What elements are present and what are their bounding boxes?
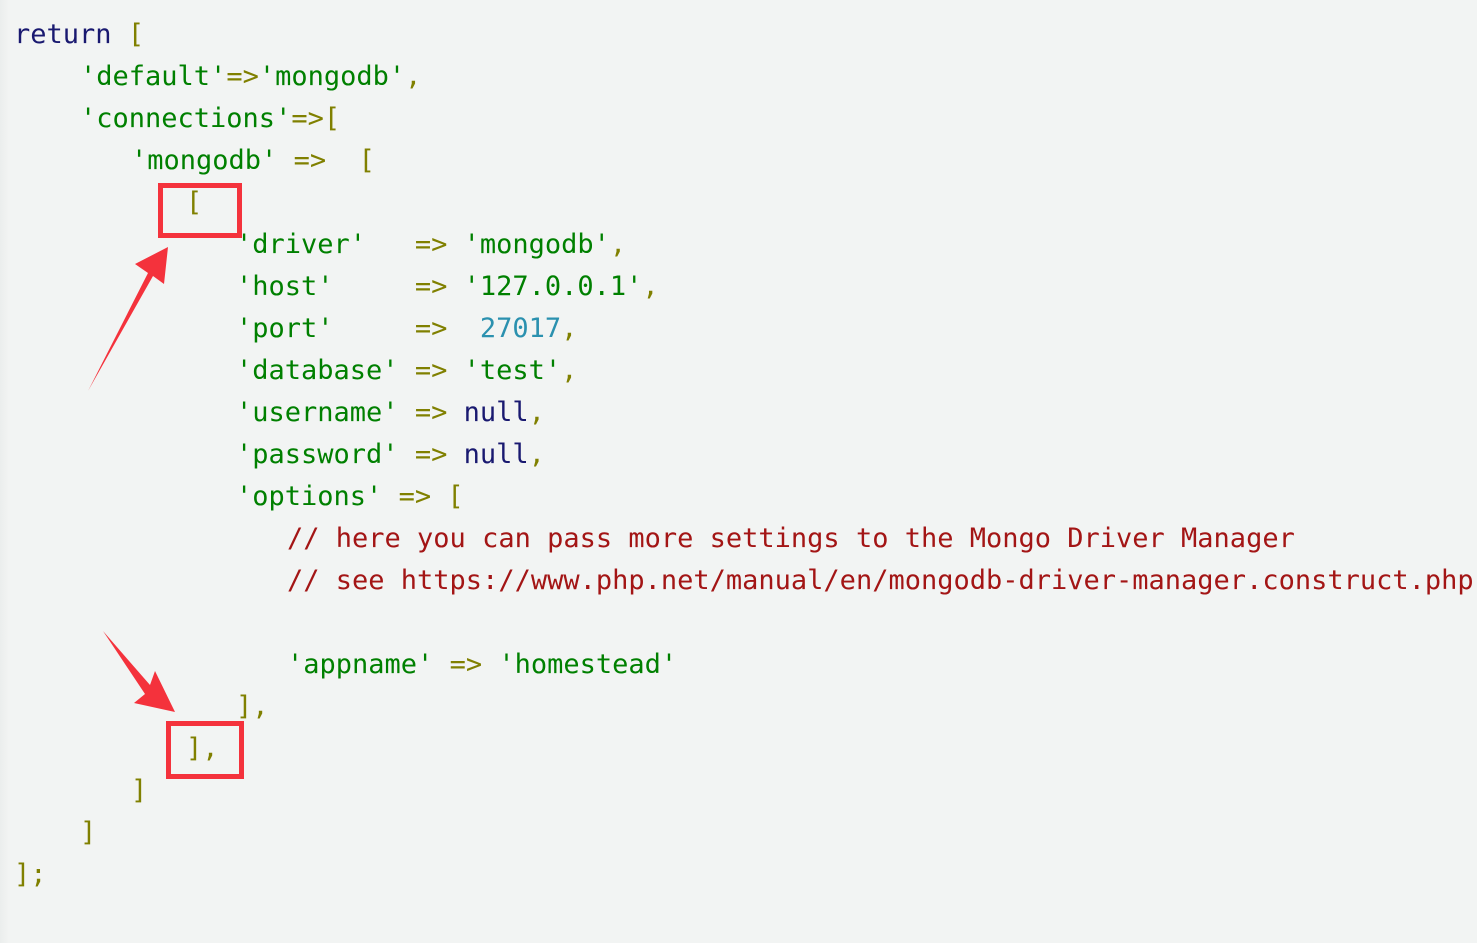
code-line-9: 'database' => 'test', [236,350,577,392]
gap-host [334,271,415,302]
key-connections: 'connections' [80,103,292,134]
code-line-20: ] [80,812,96,854]
key-appname: 'appname' [287,649,434,680]
bracket-close-connections: ] [80,817,97,848]
sp-username [447,397,463,428]
arrow-options: => [398,481,432,512]
comma-username: , [528,397,545,428]
bracket-open-root-char: [ [127,19,145,50]
arrow-password: => [414,439,448,470]
gap-driver [366,229,415,260]
comment-pass-settings: // here you can pass more settings to th… [287,523,1295,554]
comma-driver: , [609,229,627,260]
key-default: 'default' [80,61,227,92]
sp-appname-a [433,649,449,680]
bracket-open-mongodb: [ [358,145,375,176]
bracket-close-mongodb: ] [131,775,148,806]
arrow-database: => [414,355,448,386]
gap-database [399,355,415,386]
comma-default: , [405,61,422,92]
code-line-13-comment: // here you can pass more settings to th… [287,518,1295,560]
comma-password: , [528,439,545,470]
bracket-close-stray: ], [186,733,219,764]
sp-driver [447,229,463,260]
code-line-10: 'username' => null, [236,392,545,434]
key-options: 'options' [236,481,383,512]
arrow-port: => [414,313,448,344]
key-mongodb: 'mongodb' [131,145,278,176]
key-host: 'host' [236,271,334,302]
bracket-open-root [112,19,128,50]
key-driver: 'driver' [236,229,367,260]
bracket-open-connections: [ [323,103,341,134]
space-mongodb [326,145,359,176]
sp-options-b [431,481,447,512]
key-port: 'port' [236,313,334,344]
arrow-mongodb [277,145,293,176]
arrow-mongodb-char: => [293,145,327,176]
code-line-2: 'default'=>'mongodb', [80,56,421,98]
code-line-12: 'options' => [ [236,476,464,518]
arrow-username: => [414,397,448,428]
arrow-appname: => [449,649,483,680]
sp-host [447,271,463,302]
value-appname: 'homestead' [498,649,678,680]
code-line-1: return [ [14,14,144,56]
code-line-7: 'host' => '127.0.0.1', [236,266,659,308]
sp-port [447,313,480,344]
value-username-null: null [463,397,529,428]
code-line-6: 'driver' => 'mongodb', [236,224,626,266]
value-password-null: null [463,439,529,470]
code-line-8: 'port' => 27017, [236,308,577,350]
arrow-driver: => [414,229,448,260]
gap-password [399,439,415,470]
sp-appname-b [482,649,498,680]
code-line-19: ] [131,770,147,812]
comma-host: , [642,271,659,302]
bracket-open-options: [ [447,481,464,512]
code-line-4: 'mongodb' => [ [131,140,375,182]
gap-username [399,397,415,428]
comment-see-php-net-link: // see https://www.php.net/manual/en/mon… [287,565,1474,596]
bracket-close-options: ], [236,691,269,722]
arrow-default: => [226,61,259,92]
code-line-11: 'password' => null, [236,434,545,476]
sp-password [447,439,463,470]
bracket-close-return: ]; [14,859,47,890]
code-line-16: 'appname' => 'homestead' [287,644,677,686]
key-database: 'database' [236,355,399,386]
code-line-5-highlighted-bracket: [ [186,182,202,224]
bracket-open-stray: [ [186,187,203,218]
value-driver: 'mongodb' [463,229,610,260]
keyword-return: return [14,19,112,50]
code-line-17: ], [236,686,269,728]
code-block[interactable]: return [ 'default'=>'mongodb', 'connecti… [0,0,1477,943]
comma-database: , [561,355,578,386]
value-default: 'mongodb' [258,61,406,92]
code-line-3: 'connections'=>[ [80,98,340,140]
arrow-host: => [414,271,448,302]
key-password: 'password' [236,439,399,470]
code-line-18-highlighted-close: ], [186,728,219,770]
key-username: 'username' [236,397,399,428]
comma-port: , [561,313,578,344]
sp-options-a [382,481,398,512]
value-port: 27017 [479,313,562,344]
value-host: '127.0.0.1' [463,271,643,302]
code-screenshot: return [ 'default'=>'mongodb', 'connecti… [0,0,1477,943]
code-line-21: ]; [14,854,47,896]
code-line-14-comment: // see https://www.php.net/manual/en/mon… [287,560,1477,602]
value-database: 'test' [463,355,562,386]
arrow-connections: => [291,103,324,134]
sp-database [447,355,463,386]
gap-port [334,313,415,344]
